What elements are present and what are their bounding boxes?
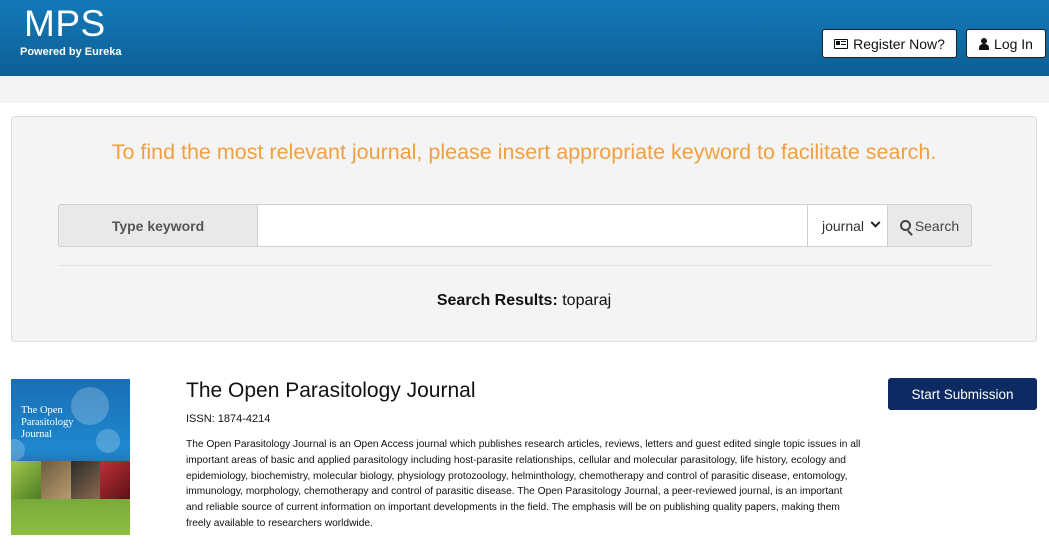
- results-label: Search Results:: [436, 292, 558, 309]
- cover-image-strip: [11, 461, 130, 499]
- journal-issn: ISSN: 1874-4214: [186, 413, 271, 425]
- brand-logo[interactable]: MPS Powered by Eureka: [20, 3, 122, 59]
- search-prompt: To find the most relevant journal, pleas…: [111, 140, 937, 164]
- search-button[interactable]: Search: [888, 204, 972, 247]
- cover-photo: [100, 461, 130, 499]
- journal-description: The Open Parasitology Journal is an Open…: [186, 439, 861, 529]
- login-button[interactable]: Log In: [966, 29, 1046, 58]
- results-query: toparaj: [562, 292, 612, 309]
- divider: [58, 265, 992, 266]
- id-card-icon: [834, 38, 849, 49]
- register-button[interactable]: Register Now?: [822, 29, 957, 58]
- brand-subtitle: Powered by Eureka: [20, 46, 122, 58]
- top-header: MPS Powered by Eureka Register Now? Log …: [0, 0, 1049, 76]
- search-panel: To find the most relevant journal, pleas…: [11, 116, 1037, 342]
- cover-decoration: [11, 439, 25, 461]
- user-icon: [979, 37, 990, 50]
- chevron-down-icon: [870, 217, 881, 228]
- header-spacer-band: [0, 76, 1049, 103]
- cover-photo: [40, 461, 71, 499]
- journal-title[interactable]: The Open Parasitology Journal: [186, 379, 476, 403]
- search-bar: Type keyword journal Search: [58, 204, 972, 247]
- cover-decoration: [96, 429, 120, 453]
- cover-photo: [70, 461, 101, 499]
- keyword-input[interactable]: [258, 204, 808, 247]
- login-label: Log In: [994, 35, 1033, 52]
- search-type-select[interactable]: journal: [808, 204, 888, 247]
- register-label: Register Now?: [853, 35, 945, 52]
- cover-title: The Open Parasitology Journal: [21, 405, 74, 440]
- search-button-label: Search: [914, 217, 960, 234]
- search-icon: [899, 220, 911, 231]
- journal-cover-image[interactable]: The Open Parasitology Journal: [11, 379, 130, 535]
- keyword-label: Type keyword: [58, 204, 258, 247]
- start-submission-button[interactable]: Start Submission: [888, 378, 1037, 410]
- search-type-value: journal: [822, 217, 865, 234]
- search-results-summary: Search Results: toparaj: [12, 292, 1036, 310]
- cover-photo: [11, 461, 41, 499]
- brand-title: MPS: [24, 3, 106, 44]
